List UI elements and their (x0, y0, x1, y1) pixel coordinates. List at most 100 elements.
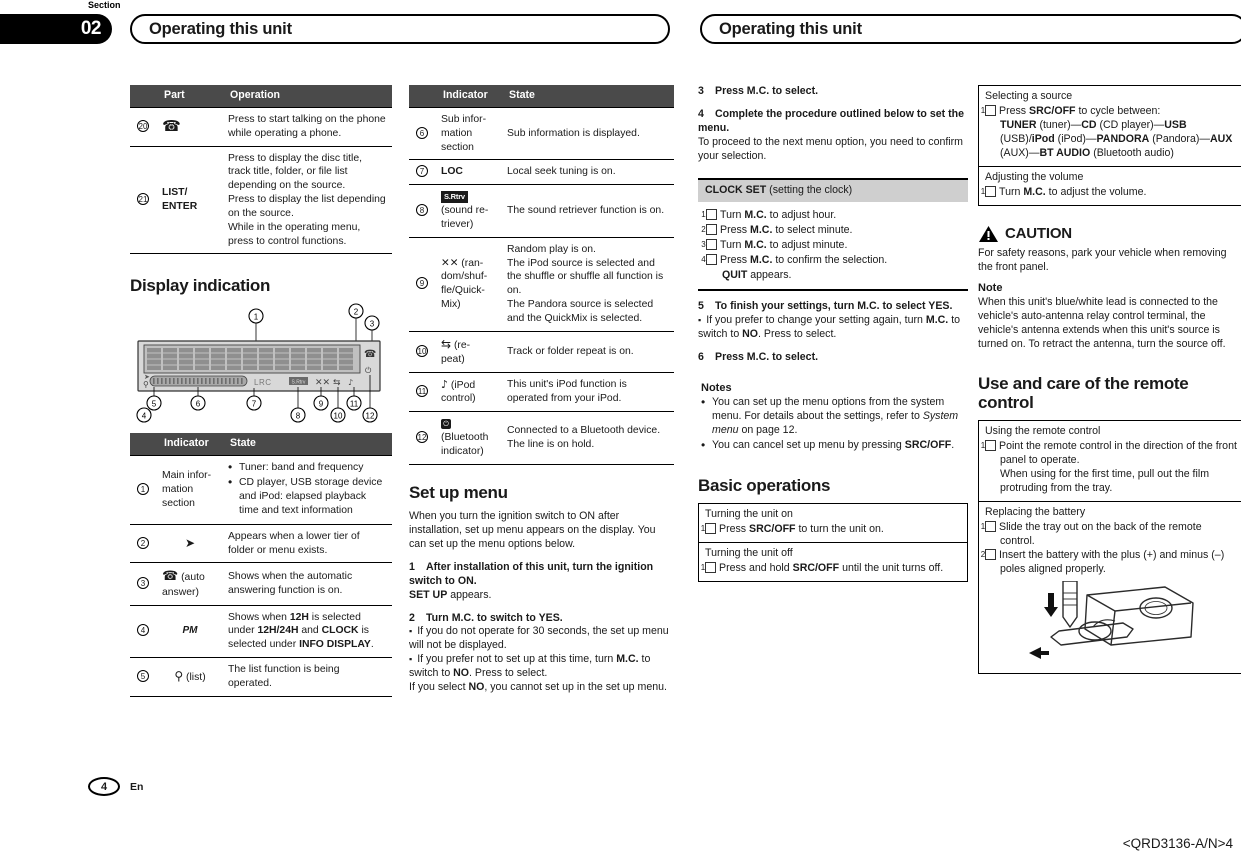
ind-row-state: This unit's iPod function is operated fr… (503, 371, 674, 412)
part-row-operation: Press to display the disc title, track t… (224, 145, 392, 255)
part-table-header-operation: Operation (224, 85, 392, 108)
ind-table1-header-indicator: Indicator (158, 433, 224, 456)
list-item: Tuner: band and frequency (228, 460, 386, 476)
svg-text:1: 1 (254, 313, 259, 322)
list-item: 3 Turn M.C. to adjust minute. (701, 238, 968, 253)
phone-handset-icon: ☎ (162, 116, 181, 135)
list-item: 2 Press M.C. to select minute. (701, 223, 968, 238)
basic-op-title: Turning the unit off (705, 546, 793, 559)
basic-op-title: Turning the unit on (705, 507, 793, 520)
clock-set-steps: 1 Turn M.C. to adjust hour. 2 Press M.C. t… (698, 202, 968, 291)
ind-table2-header-spacer (409, 85, 437, 108)
note-text3: . Press to select. (469, 667, 548, 680)
setup-step-4-body: To proceed to the next menu option, you … (698, 135, 964, 162)
note-bold: M.C. (925, 313, 949, 326)
ind-row-num: 12 (409, 411, 437, 465)
clock-quit-line: QUIT appears. (706, 269, 968, 283)
ind-row-num: 8 (409, 184, 437, 238)
svg-text:12: 12 (366, 412, 375, 421)
ind-row-label: Sub infor-mation section (437, 106, 503, 160)
note-bold: M.C. (616, 653, 639, 666)
svg-text:9: 9 (319, 400, 324, 409)
ind-row-label: Main infor-mation section (158, 455, 224, 525)
table-row: 7 LOC Local seek tuning is on. (409, 159, 674, 185)
table-row: 10 ⇆ (re-peat) Track or folder repeat is… (409, 330, 674, 373)
step-number: 5 (698, 299, 704, 312)
vol-a: Turn (999, 185, 1024, 198)
battery-step-2-text: Insert the battery with the plus (+) and… (999, 548, 1225, 575)
ind-row-num: 9 (409, 236, 437, 332)
square-number: 1 (981, 185, 996, 197)
clock-set-banner: CLOCK SET (setting the clock) (698, 177, 968, 202)
chain-bold-4: PANDORA (1096, 132, 1150, 145)
svg-text:5: 5 (152, 400, 157, 409)
part-table-header-spacer (130, 85, 158, 108)
page-title-right: Operating this unit (700, 14, 1241, 44)
random-shuffle-icon: ✕✕ (441, 256, 459, 269)
setup-step-2-notes: If you do not operate for 30 seconds, th… (409, 625, 674, 681)
table-row: 4 PM Shows when 12H is selected under 12… (130, 604, 392, 658)
setup-step-2-tail: If you select NO, you cannot set up in t… (409, 681, 674, 695)
chain-bold-2: USB (1164, 118, 1187, 131)
note-text: If you prefer not to set up at this time… (417, 653, 617, 666)
ind-row-label: ♪ (iPod control) (437, 371, 503, 412)
ind-row-state: Tuner: band and frequency CD player, USB… (224, 455, 392, 525)
step-b: until the unit turns off. (839, 561, 944, 574)
ind-row-state: Shows when 12H is selected under 12H/24H… (224, 604, 392, 658)
step-title: Complete the procedure outlined below to… (698, 107, 964, 134)
circled-number: 4 (137, 624, 149, 637)
setup-body-rest: appears. (447, 588, 492, 601)
lead-b: to cycle between: (1075, 104, 1161, 117)
page-number: 4 (100, 780, 108, 793)
note-body: When this unit's blue/white lead is conn… (978, 296, 1226, 350)
column-4: Selecting a source 1 Press SRC/OFF to cyc… (978, 85, 1241, 674)
svg-text:⏻: ⏻ (365, 366, 372, 375)
lower-tier-arrow-icon: ➤ (158, 523, 224, 563)
square-number: 1 (701, 208, 717, 220)
list-item: If you prefer to change your setting aga… (698, 314, 968, 342)
svg-text:✕✕: ✕✕ (315, 378, 330, 388)
square-number: 2 (981, 548, 996, 560)
warning-triangle-icon (979, 225, 998, 242)
square-number: 1 (701, 522, 716, 534)
note1-b: on page 12. (738, 423, 798, 436)
square-number: 3 (701, 238, 717, 250)
svg-text:⇆: ⇆ (333, 378, 341, 388)
part-row-num: 20 (130, 106, 158, 147)
remote-box-step: 1 Point the remote control in the directi… (981, 439, 1237, 468)
lead-a: Press (999, 104, 1030, 117)
step-b: to turn the unit on. (795, 522, 884, 535)
setup-menu-intro: When you turn the ignition switch to ON … (409, 509, 656, 550)
notes-heading: Notes (701, 381, 732, 394)
ind-row-num: 2 (130, 523, 158, 563)
svg-text:10: 10 (334, 412, 343, 421)
language-label: En (130, 781, 144, 793)
setup-step-6: 6 Press M.C. to select. (698, 351, 968, 365)
circled-number: 7 (416, 165, 428, 178)
setup-step-1-body: SET UP appears. (409, 589, 674, 603)
ind-row-label: ⚲ (list) (158, 656, 224, 697)
adjusting-volume-row: Adjusting the volume 1 Turn M.C. to adjus… (979, 167, 1241, 205)
square-number: 1 (981, 439, 996, 451)
svg-text:8: 8 (296, 412, 301, 421)
note2-a: You can cancel set up menu by pressing (712, 438, 905, 451)
setup-step-5-notes: If you prefer to change your setting aga… (698, 314, 968, 342)
list-item: 4 Press M.C. to confirm the selection. (701, 253, 968, 268)
chain-bold-1: CD (1081, 118, 1097, 131)
basic-op-step: 1 Press and hold SRC/OFF until the unit t… (701, 561, 961, 576)
step-bold: SRC/OFF (792, 561, 840, 574)
pm-icon: PM (158, 604, 224, 658)
notes-list: You can set up the menu options from the… (698, 395, 968, 454)
ind-row-state: Track or folder repeat is on. (503, 330, 674, 373)
part-row-num: 21 (130, 145, 158, 255)
ind-table1-header-spacer (130, 433, 158, 456)
step-a: Press (719, 522, 750, 535)
note-heading: Note (978, 281, 1003, 294)
list-magnifier-icon: ⚲ (174, 668, 184, 683)
ind-row-state: Appears when a lower tier of folder or m… (224, 523, 392, 563)
sound-retriever-badge: S.Rtrv (441, 191, 468, 204)
svg-text:2: 2 (354, 308, 359, 317)
page-number-badge: 4 (88, 777, 120, 796)
remote-line-2-wrap: When using for the first time, pull out … (985, 468, 1237, 496)
note1-a: You can set up the menu options from the… (712, 396, 945, 423)
